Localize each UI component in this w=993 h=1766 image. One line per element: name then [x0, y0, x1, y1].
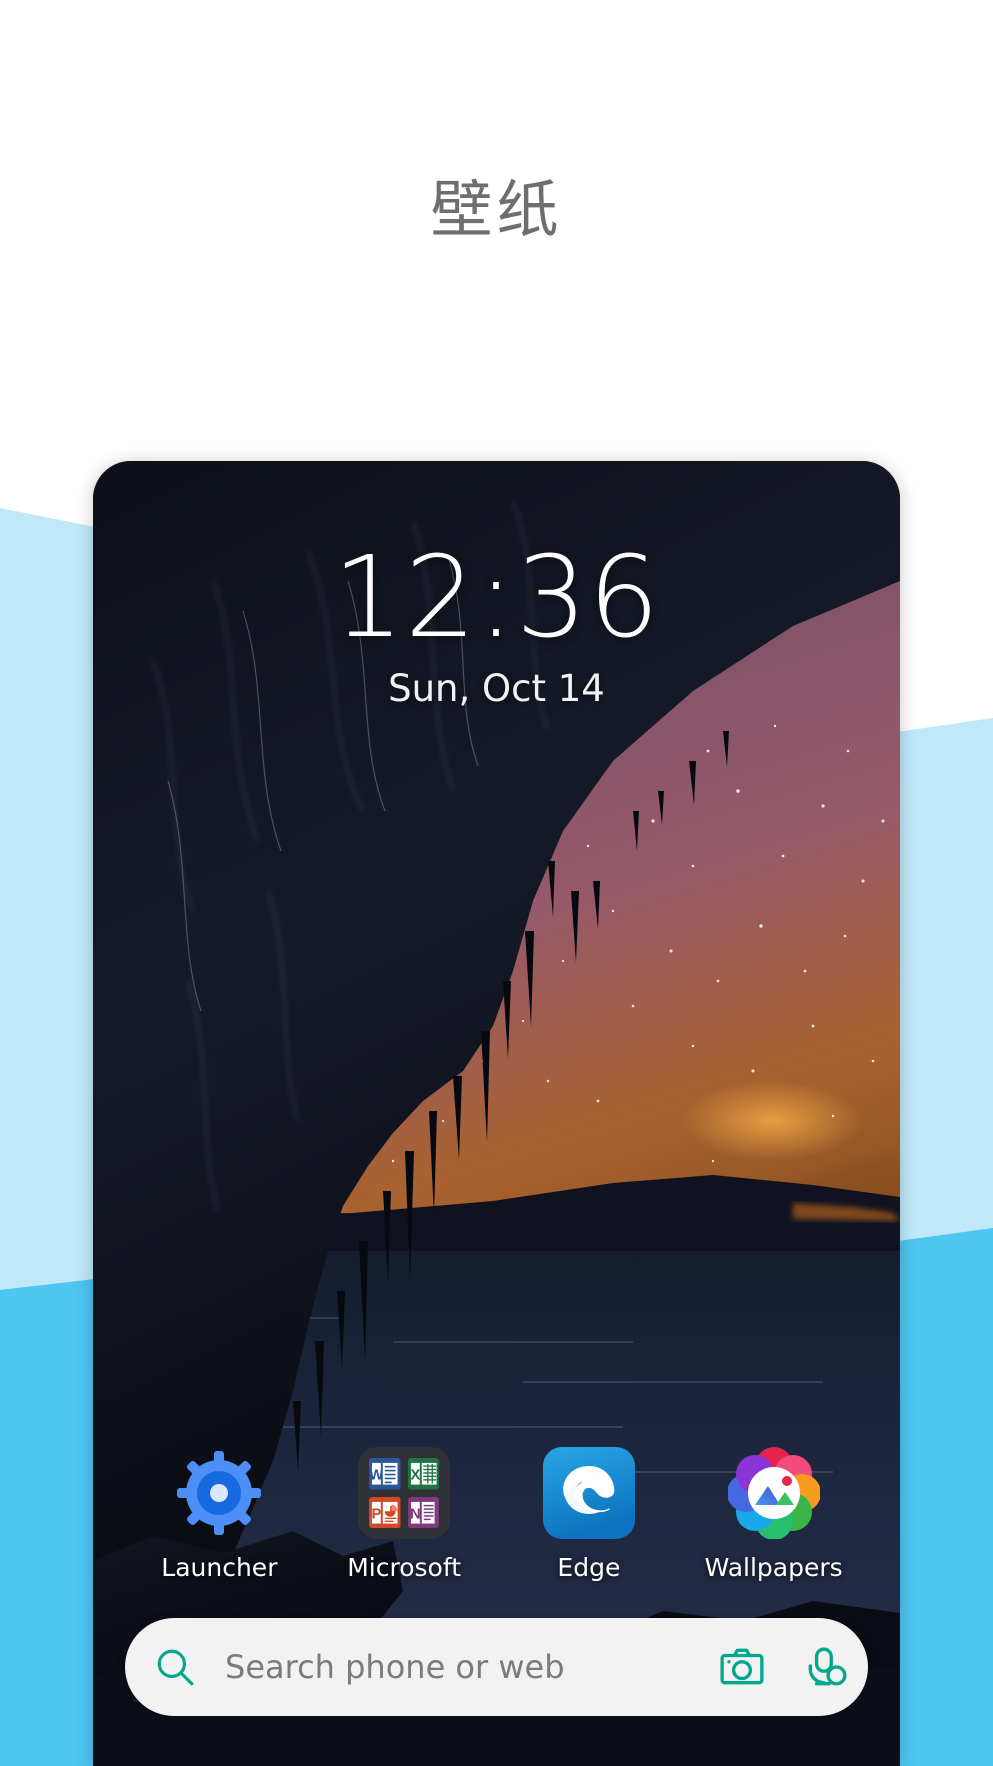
dock-app-edge[interactable]: Edge [510, 1447, 668, 1583]
launcher-icon[interactable] [173, 1447, 265, 1539]
edge-icon[interactable] [542, 1447, 635, 1539]
microsoft-folder-icon[interactable]: W X P N [358, 1447, 451, 1539]
camera-icon[interactable] [700, 1646, 784, 1688]
dock-app-microsoft[interactable]: W X P N Microsoft [325, 1447, 483, 1583]
microsoft-label: Microsoft [347, 1553, 462, 1582]
svg-text:P: P [372, 1506, 382, 1522]
word-icon: W [369, 1458, 401, 1490]
launcher-label: Launcher [161, 1553, 278, 1582]
svg-text:W: W [370, 1468, 384, 1484]
dock-app-wallpapers[interactable]: Wallpapers [695, 1447, 853, 1583]
svg-text:X: X [410, 1468, 420, 1484]
lockscreen-clock: 12:36 Sun, Oct 14 [93, 539, 900, 711]
edge-label: Edge [557, 1553, 621, 1582]
search-icon[interactable] [125, 1646, 225, 1688]
phone-mockup: 12:36 Sun, Oct 14 Launcher W X P N Micro… [93, 461, 900, 1766]
svg-text:N: N [410, 1506, 421, 1522]
wallpapers-label: Wallpapers [704, 1553, 843, 1582]
page-title: 壁纸 [430, 173, 563, 246]
gear-icon [177, 1451, 262, 1535]
dock-app-launcher[interactable]: Launcher [140, 1447, 298, 1583]
excel-icon: X [407, 1458, 440, 1490]
powerpoint-icon: P [369, 1496, 401, 1528]
clock-date: Sun, Oct 14 [388, 667, 605, 710]
clock-time: 12:36 [332, 533, 661, 663]
wallpapers-icon[interactable] [726, 1447, 821, 1540]
app-dock: Launcher W X P N Microsoft Edge Wallpape… [93, 1447, 900, 1583]
onenote-icon: N [407, 1496, 440, 1528]
search-bar[interactable]: Search phone or web [125, 1618, 868, 1716]
microphone-icon[interactable] [784, 1644, 868, 1690]
search-input[interactable]: Search phone or web [225, 1648, 700, 1686]
